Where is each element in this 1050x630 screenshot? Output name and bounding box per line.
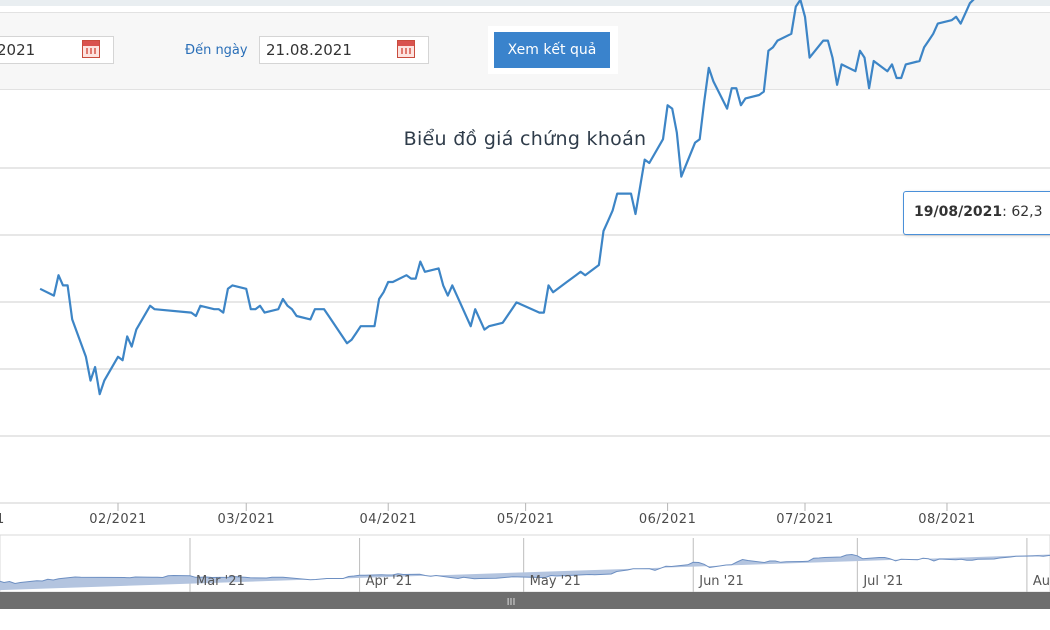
x-tick-label: 08/2021	[918, 512, 976, 527]
x-tick-label: 03/2021	[217, 512, 275, 527]
navigator-label: Aug '21	[1033, 574, 1050, 589]
tooltip: 19/08/2021: 62,3	[903, 191, 1050, 235]
x-axis: 01/2021 02/2021 03/2021 04/2021 05/2021 06/20…	[0, 503, 976, 527]
scrollbar[interactable]: III	[0, 592, 1050, 609]
x-tick-label: 02/2021	[89, 512, 147, 527]
scrollbar-grip-icon[interactable]: III	[507, 597, 516, 608]
navigator-label: Jul '21	[862, 574, 903, 589]
x-tick-label: 06/2021	[639, 512, 697, 527]
navigator-label: Mar '21	[196, 574, 245, 589]
x-tick-label: 01/2021	[0, 512, 5, 527]
navigator[interactable]: Mar '21 Apr '21 May '21 Jun '21 Jul '21 Aug '…	[0, 534, 1050, 593]
tooltip-date: 19/08/2021	[914, 204, 1003, 220]
navigator-label: Jun '21	[698, 574, 744, 589]
tooltip-value: 62,3	[1011, 204, 1043, 220]
price-chart: 01/2021 02/2021 03/2021 04/2021 05/2021 06/20…	[0, 0, 1050, 609]
navigator-label: May '21	[530, 574, 581, 589]
x-tick-label: 07/2021	[776, 512, 834, 527]
navigator-label: Apr '21	[366, 574, 413, 589]
scrollbar-track[interactable]	[0, 592, 1050, 609]
price-series-line	[39, 0, 975, 396]
x-tick-label: 05/2021	[497, 512, 555, 527]
x-tick-label: 04/2021	[359, 512, 417, 527]
grid-lines	[0, 167, 1050, 504]
